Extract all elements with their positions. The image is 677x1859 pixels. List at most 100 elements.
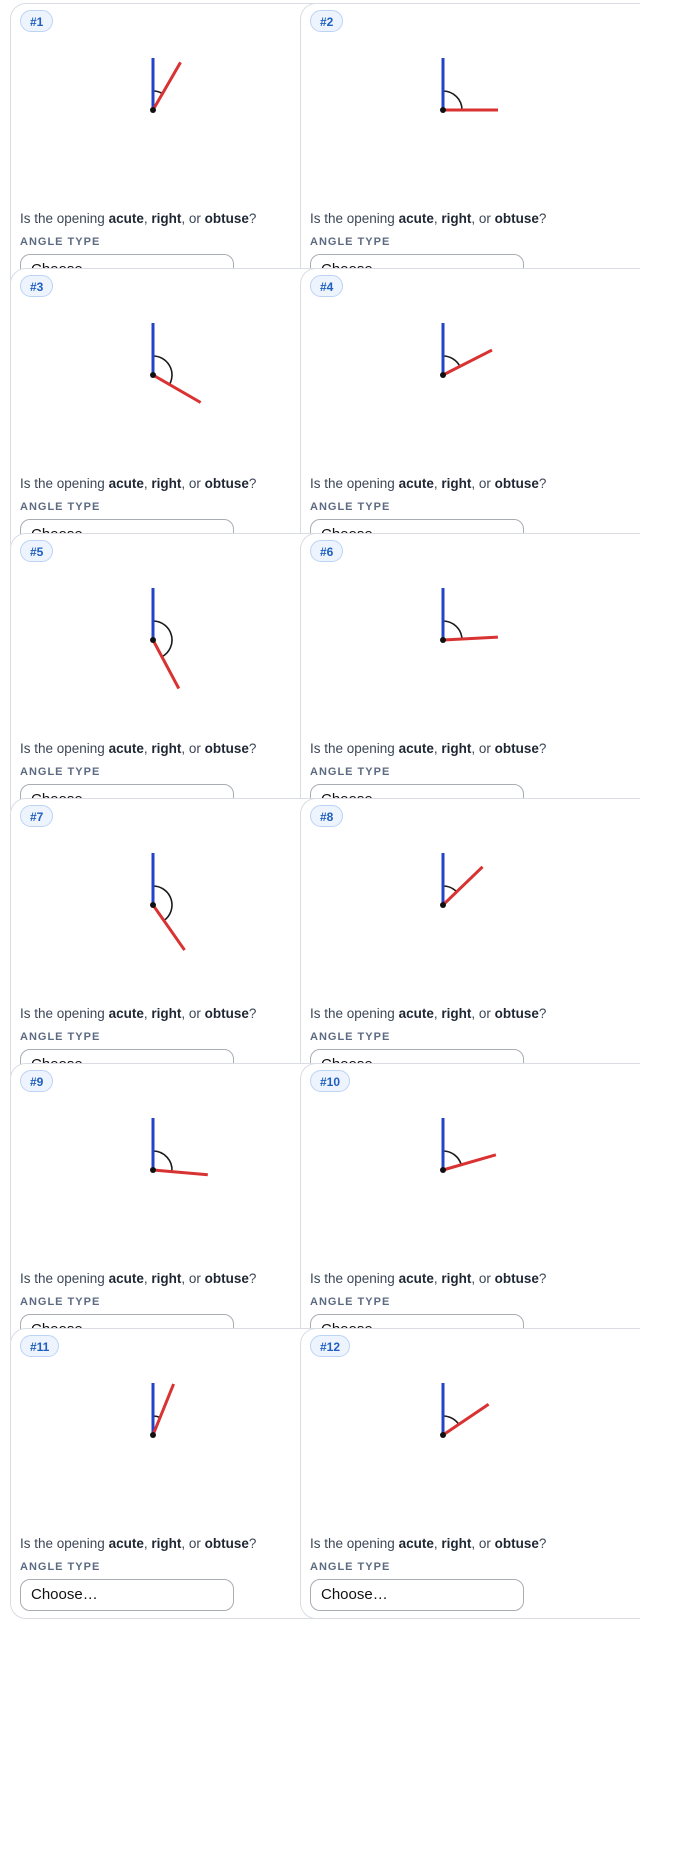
question-prefix: Is the opening (20, 741, 109, 756)
question-suffix: ? (538, 741, 547, 756)
question-prefix: Is the opening (310, 1006, 399, 1021)
question-prefix: Is the opening (20, 211, 109, 226)
angle-diagram (150, 323, 202, 404)
option-right-text: right (151, 741, 182, 756)
question-sep: , or (471, 476, 495, 491)
angle-type-label: ANGLE TYPE (20, 1296, 101, 1308)
question-text: Is the opening acute, right, or obtuse? (310, 1271, 546, 1286)
option-acute-text: acute (108, 1271, 144, 1286)
angle-type-label: ANGLE TYPE (20, 766, 101, 778)
option-right-text: right (441, 741, 472, 756)
moving-ray (152, 1168, 208, 1177)
question-sep: , or (471, 741, 495, 756)
question-suffix: ? (538, 1536, 547, 1551)
option-right-text: right (151, 1271, 182, 1286)
question-text: Is the opening acute, right, or obtuse? (20, 1536, 256, 1551)
angle-arc (442, 90, 463, 111)
angle-type-label: ANGLE TYPE (310, 501, 391, 513)
option-acute-text: acute (398, 211, 434, 226)
angle-diagram (150, 1383, 175, 1438)
vertex-dot (440, 1167, 446, 1173)
vertex-dot (150, 372, 156, 378)
option-obtuse-text: obtuse (494, 211, 539, 226)
option-acute-text: acute (398, 1536, 434, 1551)
angle-question-card: #10 Is the opening acute, right, or obtus… (300, 1063, 640, 1354)
angle-arc (442, 1415, 460, 1425)
angle-question-card: #7 Is the opening acute, right, or obtuse… (10, 798, 345, 1089)
question-prefix: Is the opening (310, 211, 399, 226)
question-prefix: Is the opening (20, 1006, 109, 1021)
angle-arc (152, 620, 173, 658)
vertex-dot (150, 902, 156, 908)
question-text: Is the opening acute, right, or obtuse? (310, 741, 546, 756)
question-prefix: Is the opening (310, 741, 399, 756)
question-suffix: ? (248, 1536, 257, 1551)
question-prefix: Is the opening (310, 476, 399, 491)
vertex-dot (440, 637, 446, 643)
angle-type-label: ANGLE TYPE (20, 1561, 101, 1573)
worksheet-grid: #1 Is the opening acute, right, or obtuse… (0, 0, 677, 1859)
angle-diagram (440, 323, 493, 378)
angle-question-card: #8 Is the opening acute, right, or obtuse… (300, 798, 640, 1089)
question-suffix: ? (538, 1271, 547, 1286)
angle-question-card: #5 Is the opening acute, right, or obtuse… (10, 533, 345, 824)
question-prefix: Is the opening (20, 1271, 109, 1286)
angle-type-label: ANGLE TYPE (20, 501, 101, 513)
option-right-text: right (441, 476, 472, 491)
angle-arc (442, 355, 461, 367)
option-obtuse-text: obtuse (204, 1271, 249, 1286)
vertex-dot (150, 637, 156, 643)
option-obtuse-text: obtuse (204, 1536, 249, 1551)
angle-type-label: ANGLE TYPE (310, 1561, 391, 1573)
option-obtuse-text: obtuse (204, 476, 249, 491)
angle-question-card: #12 Is the opening acute, right, or obtus… (300, 1328, 640, 1619)
question-text: Is the opening acute, right, or obtuse? (20, 741, 256, 756)
moving-ray (441, 865, 484, 907)
angle-diagram (440, 58, 498, 113)
angle-question-card: #1 Is the opening acute, right, or obtuse… (10, 3, 345, 294)
angle-question-card: #9 Is the opening acute, right, or obtuse… (10, 1063, 345, 1354)
angle-diagram (150, 588, 181, 690)
angle-type-label: ANGLE TYPE (310, 236, 391, 248)
moving-ray (151, 1383, 175, 1436)
question-suffix: ? (538, 1006, 547, 1021)
vertex-dot (440, 107, 446, 113)
question-suffix: ? (248, 476, 257, 491)
question-suffix: ? (538, 476, 547, 491)
question-text: Is the opening acute, right, or obtuse? (20, 476, 256, 491)
option-acute-text: acute (398, 1006, 434, 1021)
option-obtuse-text: obtuse (494, 1536, 539, 1551)
angle-diagram (150, 1118, 208, 1177)
moving-ray (442, 635, 498, 642)
angle-question-card: #6 Is the opening acute, right, or obtuse… (300, 533, 640, 824)
moving-ray (151, 639, 181, 690)
option-right-text: right (441, 1006, 472, 1021)
option-obtuse-text: obtuse (494, 741, 539, 756)
angle-type-label: ANGLE TYPE (20, 1031, 101, 1043)
option-right-text: right (151, 211, 182, 226)
moving-ray (442, 1402, 490, 1437)
moving-ray (152, 373, 202, 404)
option-acute-text: acute (398, 1271, 434, 1286)
moving-ray (151, 61, 182, 111)
angle-type-select[interactable]: Choose… (20, 1579, 234, 1611)
question-sep: , or (471, 211, 495, 226)
angle-question-card: #3 Is the opening acute, right, or obtuse… (10, 268, 345, 559)
question-text: Is the opening acute, right, or obtuse? (20, 1271, 256, 1286)
angle-arc (152, 885, 173, 922)
question-text: Is the opening acute, right, or obtuse? (20, 211, 256, 226)
vertex-dot (440, 1432, 446, 1438)
question-sep: , or (181, 1006, 205, 1021)
option-right-text: right (441, 1536, 472, 1551)
angle-question-card: #2 Is the opening acute, right, or obtuse… (300, 3, 640, 294)
angle-diagram (440, 1383, 490, 1438)
question-sep: , or (181, 741, 205, 756)
moving-ray (442, 1153, 497, 1172)
question-text: Is the opening acute, right, or obtuse? (20, 1006, 256, 1021)
question-sep: , or (181, 476, 205, 491)
option-acute-text: acute (398, 476, 434, 491)
angle-arc (442, 620, 463, 640)
angle-question-card: #4 Is the opening acute, right, or obtuse… (300, 268, 640, 559)
question-text: Is the opening acute, right, or obtuse? (310, 1536, 546, 1551)
angle-type-select[interactable]: Choose… (310, 1579, 524, 1611)
